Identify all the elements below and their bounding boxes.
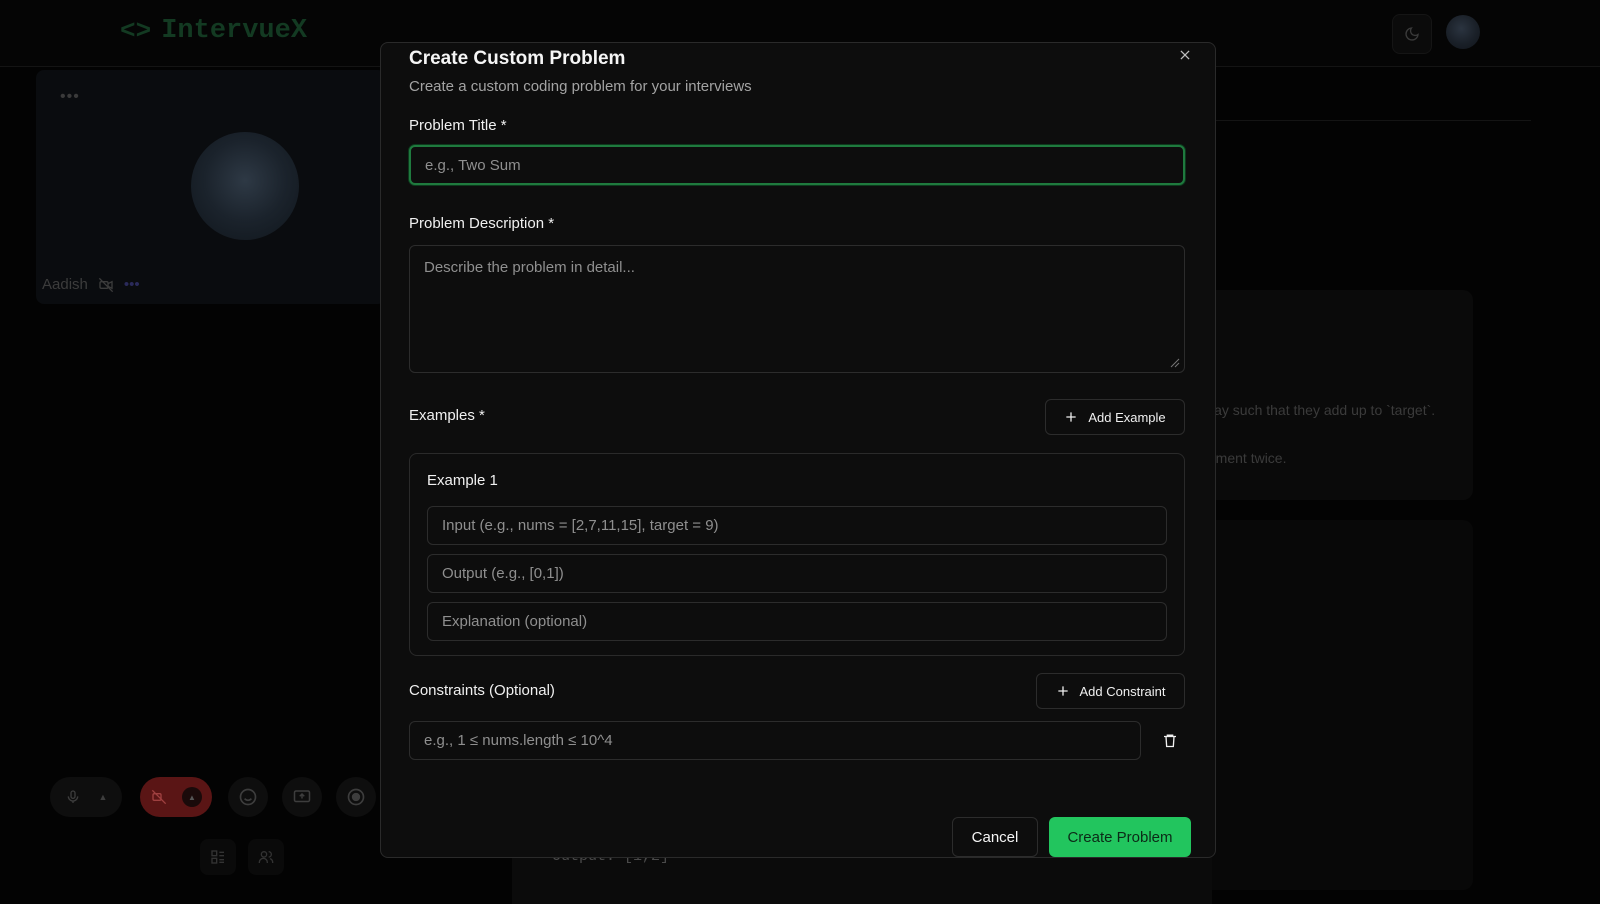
dialog-subtitle: Create a custom coding problem for your …: [409, 78, 752, 95]
close-button[interactable]: [1173, 43, 1197, 67]
close-icon: [1180, 50, 1190, 60]
constraint-input[interactable]: e.g., 1 ≤ nums.length ≤ 10^4: [409, 721, 1141, 760]
constraint-placeholder: e.g., 1 ≤ nums.length ≤ 10^4: [424, 732, 613, 749]
add-constraint-button[interactable]: Add Constraint: [1036, 673, 1185, 709]
create-problem-dialog: Create Custom Problem Create a custom co…: [380, 42, 1216, 858]
example-output-field[interactable]: Output (e.g., [0,1]): [427, 554, 1167, 593]
example-input-placeholder: Input (e.g., nums = [2,7,11,15], target …: [442, 517, 719, 534]
example-output-placeholder: Output (e.g., [0,1]): [442, 565, 564, 582]
user-avatar[interactable]: [1446, 15, 1480, 49]
layout-button[interactable]: [200, 839, 236, 875]
resize-handle-icon[interactable]: [1170, 358, 1180, 368]
plus-icon: [1057, 686, 1068, 696]
camera-off-icon: [98, 277, 114, 292]
participant-video-tile: ••• Aadish •••: [36, 70, 386, 304]
dialog-title: Create Custom Problem: [409, 48, 626, 69]
participants-button[interactable]: [248, 839, 284, 875]
plus-icon: [1066, 412, 1076, 422]
add-example-label: Add Example: [1088, 409, 1166, 425]
problem-title-placeholder: e.g., Two Sum: [425, 156, 521, 174]
example-card: Example 1 Input (e.g., nums = [2,7,11,15…: [409, 453, 1185, 656]
problem-description-textarea[interactable]: Describe the problem in detail...: [409, 245, 1185, 373]
app-logo[interactable]: <> IntervueX: [120, 16, 307, 46]
delete-constraint-button[interactable]: [1159, 729, 1181, 751]
more-options-icon[interactable]: •••: [60, 88, 80, 106]
emoji-icon: [239, 788, 257, 806]
screen-share-button[interactable]: [282, 777, 322, 817]
add-example-button[interactable]: Add Example: [1045, 399, 1185, 435]
side-panel: [1195, 520, 1473, 890]
code-brackets-icon: <>: [120, 16, 152, 46]
record-icon: [347, 788, 365, 806]
example-title: Example 1: [427, 472, 498, 489]
add-constraint-label: Add Constraint: [1079, 683, 1166, 699]
example-input-field[interactable]: Input (e.g., nums = [2,7,11,15], target …: [427, 506, 1167, 545]
divider: [1195, 120, 1531, 121]
problem-description-label: Problem Description *: [409, 215, 555, 232]
participant-avatar: [191, 132, 299, 240]
examples-label: Examples *: [409, 407, 485, 424]
microphone-button[interactable]: ▲: [50, 777, 122, 817]
trash-icon: [1164, 734, 1176, 747]
screen-share-icon: [293, 790, 311, 803]
problem-text-line: array such that they add up to `target`.: [1197, 402, 1436, 418]
camera-toggle-button[interactable]: ▲: [140, 777, 212, 817]
theme-toggle-button[interactable]: [1392, 14, 1432, 54]
example-explanation-placeholder: Explanation (optional): [442, 613, 588, 630]
participant-name: Aadish: [42, 276, 88, 293]
problem-title-input[interactable]: e.g., Two Sum: [409, 145, 1185, 185]
problem-statement-panel: array such that they add up to `target`.…: [1195, 290, 1473, 500]
layout-grid-icon: [211, 850, 224, 864]
constraints-label: Constraints (Optional): [409, 682, 555, 699]
problem-title-label: Problem Title *: [409, 117, 507, 134]
create-problem-button[interactable]: Create Problem: [1049, 817, 1191, 857]
record-button[interactable]: [336, 777, 376, 817]
moon-icon: [1405, 27, 1419, 41]
reactions-button[interactable]: [228, 777, 268, 817]
users-icon: [258, 851, 274, 863]
participant-name-bar: Aadish •••: [42, 276, 140, 293]
cancel-button[interactable]: Cancel: [952, 817, 1038, 857]
example-explanation-field[interactable]: Explanation (optional): [427, 602, 1167, 641]
chevron-up-icon[interactable]: ▲: [99, 792, 108, 802]
video-off-icon: [151, 789, 167, 805]
microphone-icon: [67, 790, 78, 803]
participant-menu-icon[interactable]: •••: [124, 276, 140, 293]
chevron-up-icon[interactable]: ▲: [182, 787, 202, 807]
app-logo-text: IntervueX: [161, 16, 308, 46]
problem-description-placeholder: Describe the problem in detail...: [424, 259, 635, 276]
